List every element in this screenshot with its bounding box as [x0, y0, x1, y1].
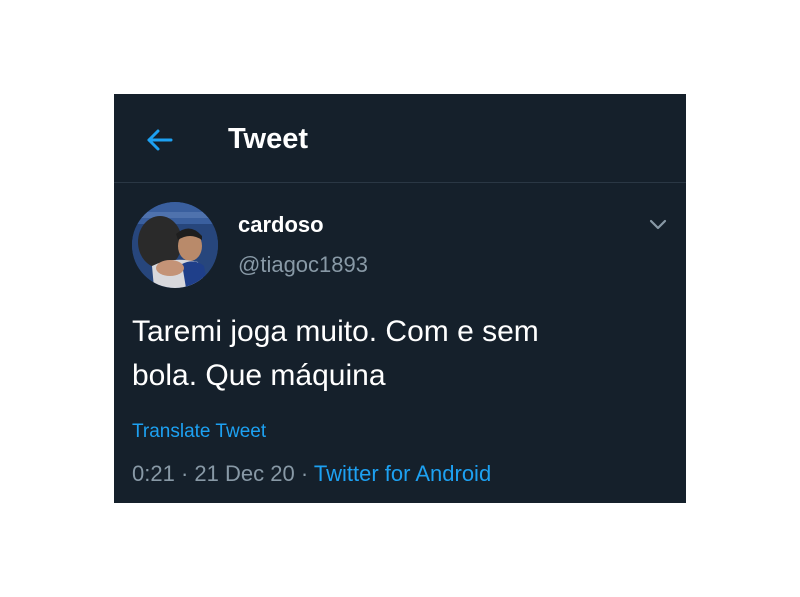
author-display-name[interactable]: cardoso — [238, 212, 324, 238]
chevron-down-icon — [649, 219, 667, 230]
tweet-date: 21 Dec 20 — [194, 461, 295, 486]
tweet-screen: Tweet cardoso @tiagoc1893 Taremi joga mu… — [114, 94, 686, 503]
translate-tweet-link[interactable]: Translate Tweet — [132, 420, 266, 444]
more-options-button[interactable] — [646, 212, 670, 236]
tweet-time: 0:21 — [132, 461, 175, 486]
back-button[interactable] — [142, 122, 178, 158]
meta-separator: · — [300, 461, 309, 486]
top-bar: Tweet — [114, 94, 686, 183]
meta-separator: · — [180, 461, 189, 486]
page-title: Tweet — [228, 123, 309, 155]
tweet-meta: 0:21 · 21 Dec 20 · Twitter for Android — [132, 460, 491, 488]
author-handle[interactable]: @tiagoc1893 — [238, 252, 368, 278]
arrow-left-icon — [147, 129, 173, 151]
user-avatar-image — [132, 202, 218, 288]
tweet-source-link[interactable]: Twitter for Android — [314, 461, 491, 486]
avatar[interactable] — [132, 202, 218, 288]
tweet-text: Taremi joga muito. Com e sem bola. Que m… — [132, 315, 539, 392]
